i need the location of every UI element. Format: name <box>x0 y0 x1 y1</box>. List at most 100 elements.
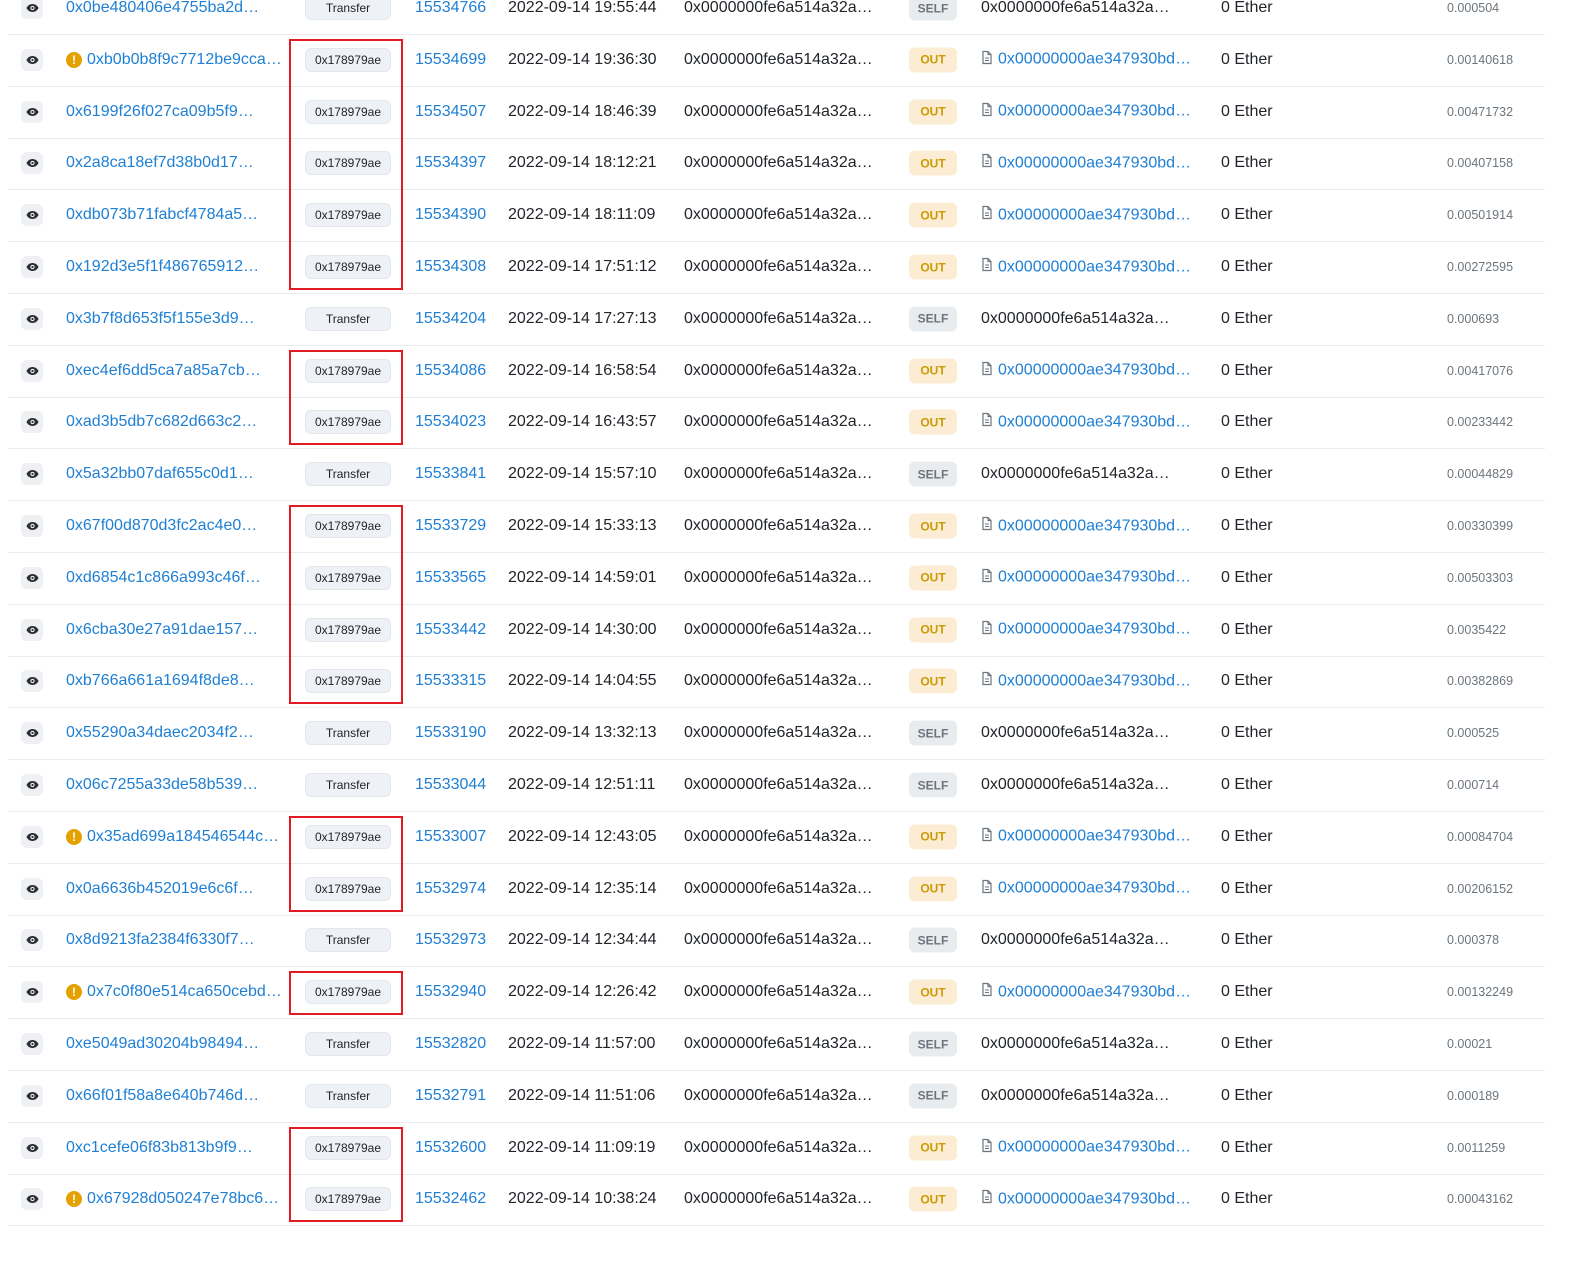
view-details-button[interactable] <box>21 256 43 278</box>
view-details-button[interactable] <box>21 1136 43 1159</box>
view-details-button[interactable] <box>21 618 43 641</box>
tx-hash-link[interactable]: 0x6199f26f027ca09b5f9… <box>66 103 254 121</box>
tx-hash-cell: 0x67f00d870d3fc2ac4e0… <box>66 517 257 535</box>
tx-hash-link[interactable]: 0xe5049ad30204b98494… <box>66 1035 259 1053</box>
tx-fee: 0.00043162 <box>1447 1192 1514 1207</box>
table-row: 0xad3b5db7c682d663c2… 0x178979ae 15534023 2… <box>8 396 1545 450</box>
tx-hash-link[interactable]: 0xec4ef6dd5ca7a85a7cb… <box>66 362 261 380</box>
tx-hash-link[interactable]: 0xc1cefe06f83b813b9f9… <box>66 1139 253 1157</box>
view-details-button[interactable] <box>21 929 43 952</box>
to-address-link[interactable]: 0x00000000ae347930bd… <box>998 103 1191 121</box>
to-address-link[interactable]: 0x00000000ae347930bd… <box>998 1139 1191 1157</box>
direction-badge: OUT <box>909 513 957 539</box>
block-number-link[interactable]: 15532600 <box>415 1139 486 1157</box>
block-number-link[interactable]: 15533190 <box>415 724 486 742</box>
tx-hash-link[interactable]: 0x5a32bb07daf655c0d1… <box>66 465 254 483</box>
tx-hash-link[interactable]: 0x66f01f58a8e640b746d… <box>66 1087 259 1105</box>
tx-hash-link[interactable]: 0x06c7255a33de58b539… <box>66 776 258 794</box>
to-address-link[interactable]: 0x00000000ae347930bd… <box>998 569 1191 587</box>
view-details-button[interactable] <box>21 411 43 434</box>
block-number-link[interactable]: 15534390 <box>415 206 486 224</box>
tx-timestamp: 2022-09-14 19:36:30 <box>508 50 657 68</box>
view-details-button[interactable] <box>21 152 43 175</box>
tx-hash-link[interactable]: 0x6cba30e27a91dae157… <box>66 621 258 639</box>
to-address-link[interactable]: 0x00000000ae347930bd… <box>998 1190 1191 1208</box>
block-number-link[interactable]: 15532940 <box>415 983 486 1001</box>
view-details-button[interactable] <box>21 0 43 19</box>
view-details-button[interactable] <box>21 100 43 123</box>
view-details-button[interactable] <box>21 1084 43 1107</box>
block-number-link[interactable]: 15534086 <box>415 362 486 380</box>
block-number-link[interactable]: 15533841 <box>415 465 486 483</box>
view-details-button[interactable] <box>21 877 43 900</box>
view-details-button[interactable] <box>21 204 43 227</box>
tx-hash-link[interactable]: 0xd6854c1c866a993c46f… <box>66 569 261 587</box>
view-details-button[interactable] <box>21 1188 43 1211</box>
to-address-link[interactable]: 0x00000000ae347930bd… <box>998 206 1191 224</box>
view-details-button[interactable] <box>21 774 43 796</box>
block-number-link[interactable]: 15532462 <box>415 1190 486 1208</box>
view-details-button[interactable] <box>21 1033 43 1055</box>
view-details-button[interactable] <box>21 307 43 330</box>
block-number-link[interactable]: 15534204 <box>415 310 486 328</box>
tx-hash-link[interactable]: 0x3b7f8d653f5f155e3d9… <box>66 310 255 328</box>
block-number-link[interactable]: 15533565 <box>415 569 486 587</box>
view-details-button[interactable] <box>21 670 43 693</box>
to-address-link[interactable]: 0x00000000ae347930bd… <box>998 51 1191 69</box>
from-address: 0x0000000fe6a514a32a… <box>684 465 873 483</box>
block-number-link[interactable]: 15533007 <box>415 828 486 846</box>
tx-timestamp: 2022-09-14 18:12:21 <box>508 154 657 172</box>
to-address-link[interactable]: 0x00000000ae347930bd… <box>998 672 1191 690</box>
view-details-button[interactable] <box>21 566 43 589</box>
tx-hash-cell: 0xdb073b71fabcf4784a5… <box>66 206 258 224</box>
tx-hash-link[interactable]: 0x0a6636b452019e6c6f… <box>66 880 254 898</box>
to-address-link[interactable]: 0x00000000ae347930bd… <box>998 621 1191 639</box>
tx-hash-link[interactable]: 0xb0b0b8f9c7712be9cca… <box>87 51 282 69</box>
tx-hash-link[interactable]: 0x7c0f80e514ca650cebd… <box>87 983 282 1001</box>
tx-hash-link[interactable]: 0x8d9213fa2384f6330f7… <box>66 931 255 949</box>
tx-hash-link[interactable]: 0x2a8ca18ef7d38b0d17… <box>66 154 254 172</box>
tx-value: 0 Ether <box>1221 465 1273 483</box>
to-address-link[interactable]: 0x00000000ae347930bd… <box>998 154 1191 172</box>
view-details-button[interactable] <box>21 825 43 848</box>
to-address-link[interactable]: 0x00000000ae347930bd… <box>998 983 1191 1001</box>
tx-hash-link[interactable]: 0x0be480406e4755ba2d… <box>66 0 259 17</box>
tx-hash-link[interactable]: 0x192d3e5f1f486765912… <box>66 258 259 276</box>
block-number-link[interactable]: 15534699 <box>415 51 486 69</box>
block-number-link[interactable]: 15533315 <box>415 672 486 690</box>
to-address-cell: 0x0000000fe6a514a32a… <box>981 1087 1170 1105</box>
to-address-link[interactable]: 0x00000000ae347930bd… <box>998 258 1191 276</box>
tx-hash-link[interactable]: 0xdb073b71fabcf4784a5… <box>66 206 258 224</box>
view-details-button[interactable] <box>21 515 43 537</box>
tx-hash-link[interactable]: 0x35ad699a184546544c… <box>87 828 279 846</box>
block-number-link[interactable]: 15532791 <box>415 1087 486 1105</box>
to-address-link[interactable]: 0x00000000ae347930bd… <box>998 362 1191 380</box>
direction-badge: OUT <box>909 824 957 850</box>
view-details-button[interactable] <box>21 981 43 1004</box>
to-address-link[interactable]: 0x00000000ae347930bd… <box>998 517 1191 535</box>
block-number-link[interactable]: 15532973 <box>415 931 486 949</box>
block-number-link[interactable]: 15534308 <box>415 258 486 276</box>
eye-icon <box>26 676 39 686</box>
to-address-link[interactable]: 0x00000000ae347930bd… <box>998 880 1191 898</box>
tx-hash-link[interactable]: 0xb766a661a1694f8de8… <box>66 672 255 690</box>
tx-hash-link[interactable]: 0x67928d050247e78bc6… <box>87 1190 279 1208</box>
block-number-link[interactable]: 15533044 <box>415 776 486 794</box>
to-address-link[interactable]: 0x00000000ae347930bd… <box>998 413 1191 431</box>
view-details-button[interactable] <box>21 359 43 382</box>
view-details-button[interactable] <box>21 722 43 745</box>
block-number-link[interactable]: 15534507 <box>415 103 486 121</box>
block-number-link[interactable]: 15533442 <box>415 621 486 639</box>
view-details-button[interactable] <box>21 48 43 71</box>
tx-hash-link[interactable]: 0x67f00d870d3fc2ac4e0… <box>66 517 257 535</box>
block-number-link[interactable]: 15534023 <box>415 413 486 431</box>
tx-hash-link[interactable]: 0x55290a34daec2034f2… <box>66 724 254 742</box>
view-details-button[interactable] <box>21 463 43 486</box>
block-number-link[interactable]: 15532974 <box>415 880 486 898</box>
block-number-link[interactable]: 15533729 <box>415 517 486 535</box>
block-number-link[interactable]: 15532820 <box>415 1035 486 1053</box>
block-number-link[interactable]: 15534766 <box>415 0 486 17</box>
tx-hash-link[interactable]: 0xad3b5db7c682d663c2… <box>66 413 257 431</box>
to-address-link[interactable]: 0x00000000ae347930bd… <box>998 828 1191 846</box>
block-number-link[interactable]: 15534397 <box>415 154 486 172</box>
